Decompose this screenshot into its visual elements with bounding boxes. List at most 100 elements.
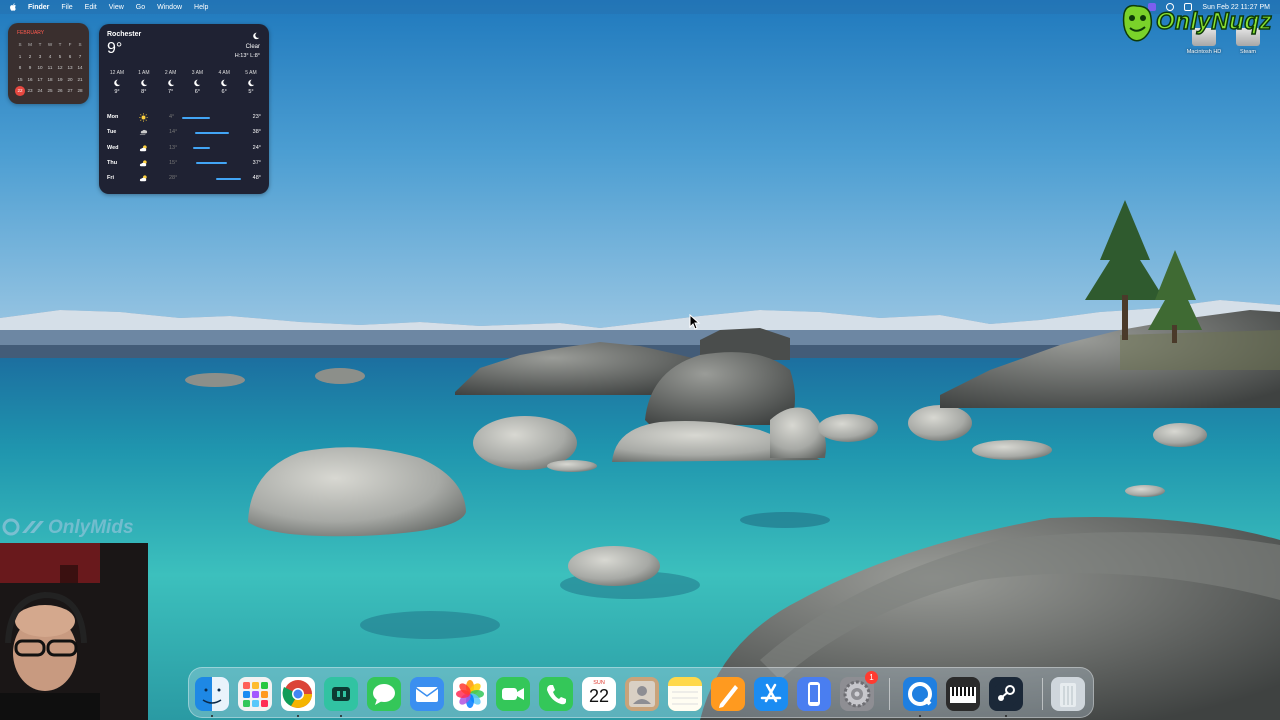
dock-item-finder[interactable]	[195, 677, 229, 717]
piano-icon	[946, 677, 980, 711]
calendar-day: 11	[47, 65, 53, 71]
dock: SUN 22 1	[188, 667, 1094, 718]
weather-day-low: 14°	[169, 129, 178, 136]
menu-app-name[interactable]: Finder	[28, 4, 49, 11]
weather-temp-range-fill	[194, 131, 229, 134]
running-indicator	[1005, 715, 1007, 717]
weather-hour-time: 5 AM	[245, 70, 257, 76]
weather-daily: Mon 4° 23° Tue 14° 38° Wed 13° 24° Thu 15° 37° Fri 28…	[107, 113, 261, 190]
desktop-icon-label: Steam	[1240, 49, 1256, 55]
dock-item-google-chrome[interactable]	[281, 677, 315, 717]
weather-city: Rochester	[107, 31, 142, 38]
dock-item-facetime[interactable]	[496, 677, 530, 711]
weather-day-high: 37°	[252, 159, 261, 166]
weather-hour: 12 AM 9°	[104, 70, 130, 95]
calendar-day: 23	[27, 88, 33, 94]
dock-item-contacts[interactable]	[625, 677, 659, 711]
dock-item-streamlabs[interactable]	[324, 677, 358, 717]
onlynuqz-text: OnlyNuqz	[1155, 7, 1272, 36]
weather-hour: 1 AM 8°	[131, 70, 157, 95]
running-indicator	[211, 715, 213, 717]
calendar-day: 1	[18, 53, 22, 59]
dock-item-pages[interactable]	[711, 677, 745, 711]
dock-item-launchpad[interactable]	[238, 677, 272, 711]
calendar-widget[interactable]: FEBRUARY S M T W T F S 1 2 3 4 5 6 7 8 9 10 11 12 13 14 15 16 1…	[8, 23, 89, 104]
moon-icon	[140, 79, 148, 87]
weather-temp-range-fill	[182, 116, 210, 119]
weather-day-row: Tue 14° 38°	[107, 129, 261, 144]
onlymids-icon	[2, 518, 44, 536]
calendar-grid: S M T W T F S 1 2 3 4 5 6 7 8 9 10 11 12 13 14 15 16 17 18 19 20 21…	[15, 40, 87, 96]
dock-item-iphone-mirroring[interactable]	[797, 677, 831, 711]
moon-icon	[193, 79, 201, 87]
dock-item-piano[interactable]	[946, 677, 980, 711]
weather-hour: 2 AM 7°	[158, 70, 184, 95]
photos-icon	[453, 677, 487, 711]
weather-temp-range-fill	[192, 147, 210, 150]
weather-temp-range-fill	[195, 162, 228, 165]
weather-temp-range-bar	[179, 162, 241, 165]
menu-go[interactable]: Go	[136, 4, 145, 11]
calendar-day: 25	[47, 88, 53, 94]
dock-item-mail[interactable]	[410, 677, 444, 711]
trash-icon	[1051, 677, 1085, 711]
calendar-day: 14	[77, 65, 83, 71]
running-indicator	[297, 715, 299, 717]
facetime-icon	[496, 677, 530, 711]
calendar-day: 15	[17, 76, 23, 82]
menu-file[interactable]: File	[61, 4, 72, 11]
calendar-month: FEBRUARY	[17, 30, 45, 36]
steam-icon	[989, 677, 1023, 711]
dock-item-photos[interactable]	[453, 677, 487, 711]
messages-icon	[367, 677, 401, 711]
weather-hour-temp: 9°	[114, 89, 120, 95]
weather-day-low: 4°	[169, 114, 175, 120]
weather-day-row: Fri 28° 48°	[107, 175, 261, 190]
weather-hourly: 12 AM 9° 1 AM 8° 2 AM 7° 3 AM 6° 4 AM 6° 5 AM 5°	[104, 70, 264, 95]
weather-temperature: 9°	[107, 40, 123, 57]
menu-window[interactable]: Window	[157, 4, 182, 11]
dock-item-steam[interactable]	[989, 677, 1023, 717]
menu-help[interactable]: Help	[194, 4, 208, 11]
weather-day-high: 48°	[252, 175, 261, 182]
calendar-day: 24	[37, 88, 43, 94]
launchpad-icon	[238, 677, 272, 711]
calendar-weekday-header: W	[47, 42, 53, 47]
dock-item-trash[interactable]	[1051, 677, 1085, 711]
weather-hour-time: 12 AM	[109, 70, 125, 76]
calendar-day: 19	[57, 76, 63, 82]
weather-day-low: 13°	[169, 144, 178, 151]
moon-icon	[247, 79, 255, 87]
weather-hour-temp: 7°	[167, 89, 174, 95]
sun-icon	[139, 113, 148, 122]
dock-item-app-store[interactable]	[754, 677, 788, 711]
weather-hour-time: 1 AM	[138, 70, 150, 76]
dock-item-calendar[interactable]: SUN 22	[582, 677, 616, 711]
apple-menu-icon[interactable]	[8, 3, 18, 11]
calendar-day: 20	[67, 76, 73, 82]
weather-hour: 3 AM 6°	[184, 70, 210, 95]
calendar-day: 18	[47, 76, 53, 82]
dock-item-phone[interactable]	[539, 677, 573, 711]
dock-item-messages[interactable]	[367, 677, 401, 711]
running-indicator	[919, 715, 921, 717]
menu-view[interactable]: View	[109, 4, 124, 11]
calendar-day: 3	[38, 53, 42, 59]
dock-item-notes[interactable]	[668, 677, 702, 711]
menu-edit[interactable]: Edit	[85, 4, 97, 11]
dock-item-system-settings[interactable]: 1	[840, 671, 878, 711]
weather-hour-temp: 6°	[221, 89, 227, 95]
moon-icon	[167, 79, 175, 87]
calendar-day: 10	[37, 65, 43, 71]
weather-widget[interactable]: Rochester 9° Clear H:13° L:8° 12 AM 9° 1 A…	[99, 24, 269, 194]
running-indicator	[340, 715, 342, 717]
weather-temp-range-bar	[179, 131, 241, 134]
dock-item-quicktime-player[interactable]	[903, 677, 937, 717]
contacts-icon	[625, 677, 659, 711]
moon-icon	[113, 79, 121, 87]
calendar-weekday-header: F	[68, 42, 72, 47]
weather-day-high: 23°	[252, 114, 261, 120]
weather-temp-range-bar	[179, 116, 241, 119]
notes-icon	[668, 677, 702, 711]
calendar-day: 26	[57, 88, 63, 94]
